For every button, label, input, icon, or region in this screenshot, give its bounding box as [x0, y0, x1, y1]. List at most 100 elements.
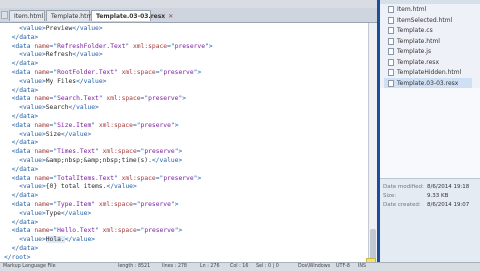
tab-label: Template.03-03.resx: [96, 13, 166, 20]
close-bracket: >: [34, 245, 39, 252]
file-name: TemplateHidden.html: [397, 69, 462, 76]
file-icon: [388, 79, 394, 87]
file-item[interactable]: Template.cs: [388, 25, 433, 36]
preview-pane: [380, 88, 480, 178]
code-line: <value>Type</value>: [4, 209, 91, 218]
close-bracket: >: [34, 139, 39, 147]
value-text: &amp;nbsp;&amp;nbsp;time(s).: [45, 157, 152, 164]
end-open-bracket: </: [72, 51, 80, 59]
close-quote: ": [114, 174, 122, 182]
tag-name: value: [68, 209, 88, 217]
tab-scroll-left-button[interactable]: [1, 11, 8, 19]
attribute-value: Size.Item: [57, 121, 92, 129]
attribute-value: Type.Item: [57, 201, 92, 208]
code-line: <value>My Files</value>: [4, 77, 106, 86]
tag-name: data: [19, 139, 35, 147]
file-icon: [388, 27, 394, 34]
equals-quote: =": [167, 42, 175, 50]
details-pane: Date modified: 8/6/2014 19:18 Size: 9.33 KB…: [380, 178, 480, 263]
attribute-name: xml:space: [121, 69, 156, 76]
code-line: </data>: [4, 191, 39, 200]
detail-label: Size:: [383, 193, 397, 199]
value-text: {0} total items.: [45, 183, 107, 191]
attribute-value: RefreshFolder.Text: [57, 42, 126, 50]
file-item[interactable]: Template.03-03.resx: [384, 77, 472, 89]
close-bracket: ">: [178, 95, 187, 103]
tag-name: data: [19, 60, 35, 68]
value-text: My Files: [45, 77, 77, 85]
close-icon[interactable]: ✕: [168, 13, 173, 20]
tab-template-html[interactable]: Template.html: [46, 10, 94, 21]
tag-name: data: [19, 33, 35, 41]
equals-quote: =": [132, 201, 141, 208]
file-icon: [388, 6, 394, 13]
close-bracket: >: [102, 77, 107, 85]
tag-name: value: [114, 183, 133, 191]
attribute-name: name: [34, 121, 50, 129]
file-item[interactable]: Template.js: [388, 46, 431, 57]
equals-quote: =": [49, 201, 58, 208]
equals-quote: =": [49, 148, 58, 156]
close-bracket: >: [98, 25, 103, 32]
tag-name: value: [79, 25, 99, 32]
file-item[interactable]: Template.html: [388, 36, 440, 47]
equals-quote: =": [49, 174, 58, 182]
close-bracket: ">: [193, 69, 202, 76]
equals-quote: =": [49, 42, 58, 50]
tab-label: Item.html: [14, 13, 44, 20]
code-line: <value>Preview</value>: [4, 24, 103, 33]
file-name: Template.cs: [397, 27, 433, 34]
detail-row: Size: 9.33 KB: [383, 192, 448, 200]
tag-name: data: [15, 201, 31, 208]
tab-item-html[interactable]: Item.html: [9, 10, 45, 21]
tag-name: data: [19, 192, 35, 200]
attribute-value: preserve: [163, 69, 194, 76]
value-text: Hola.: [45, 236, 65, 244]
file-icon: [388, 69, 394, 76]
tag-name: value: [22, 209, 42, 217]
code-line: <value>Refresh</value>: [4, 50, 102, 59]
tag-name: value: [22, 77, 42, 85]
file-item[interactable]: Item.html: [388, 4, 426, 15]
file-name: Template.html: [397, 37, 440, 45]
tag-name: value: [22, 51, 42, 59]
file-item[interactable]: Template.resx: [388, 57, 439, 68]
equals-quote: =": [49, 95, 58, 103]
attribute-name: xml:space: [102, 227, 137, 235]
attribute-value: Times.Text: [57, 148, 96, 156]
end-open-bracket: </: [76, 77, 84, 85]
code-line: <data name="Size.Item" xml:space="preser…: [4, 121, 179, 130]
code-line: </data>: [4, 165, 39, 174]
close-bracket: >: [34, 33, 39, 41]
file-item[interactable]: ItemSelected.html: [388, 15, 452, 26]
attribute-name: name: [34, 69, 50, 76]
tag-name: value: [72, 236, 92, 244]
file-item[interactable]: TemplateHidden.html: [388, 67, 461, 78]
tab-template-resx[interactable]: Template.03-03.resx ✕: [91, 10, 173, 21]
end-open-bracket: </: [68, 104, 77, 112]
tag-name: data: [19, 165, 35, 173]
file-icon: [388, 16, 394, 24]
code-editor[interactable]: <value>Preview</value> </data> <data nam…: [0, 23, 368, 262]
file-name: Item.html: [397, 6, 427, 13]
equals-quote: =": [49, 69, 58, 76]
code-line: </data>: [4, 244, 39, 253]
attribute-name: xml:space: [98, 121, 133, 129]
code-line: <data name="Search.Text" xml:space="pres…: [4, 94, 186, 103]
scrollbar-thumb[interactable]: [370, 229, 376, 259]
code-line: <data name="Hello.Text" xml:space="prese…: [4, 226, 183, 235]
close-quote: ": [95, 227, 103, 235]
tag-name: value: [68, 130, 88, 138]
code-line: </data>: [4, 138, 39, 147]
tag-name: value: [159, 157, 179, 164]
file-name: Template.js: [397, 48, 432, 55]
attribute-value: preserve: [163, 174, 194, 182]
close-bracket: ">: [174, 148, 183, 156]
